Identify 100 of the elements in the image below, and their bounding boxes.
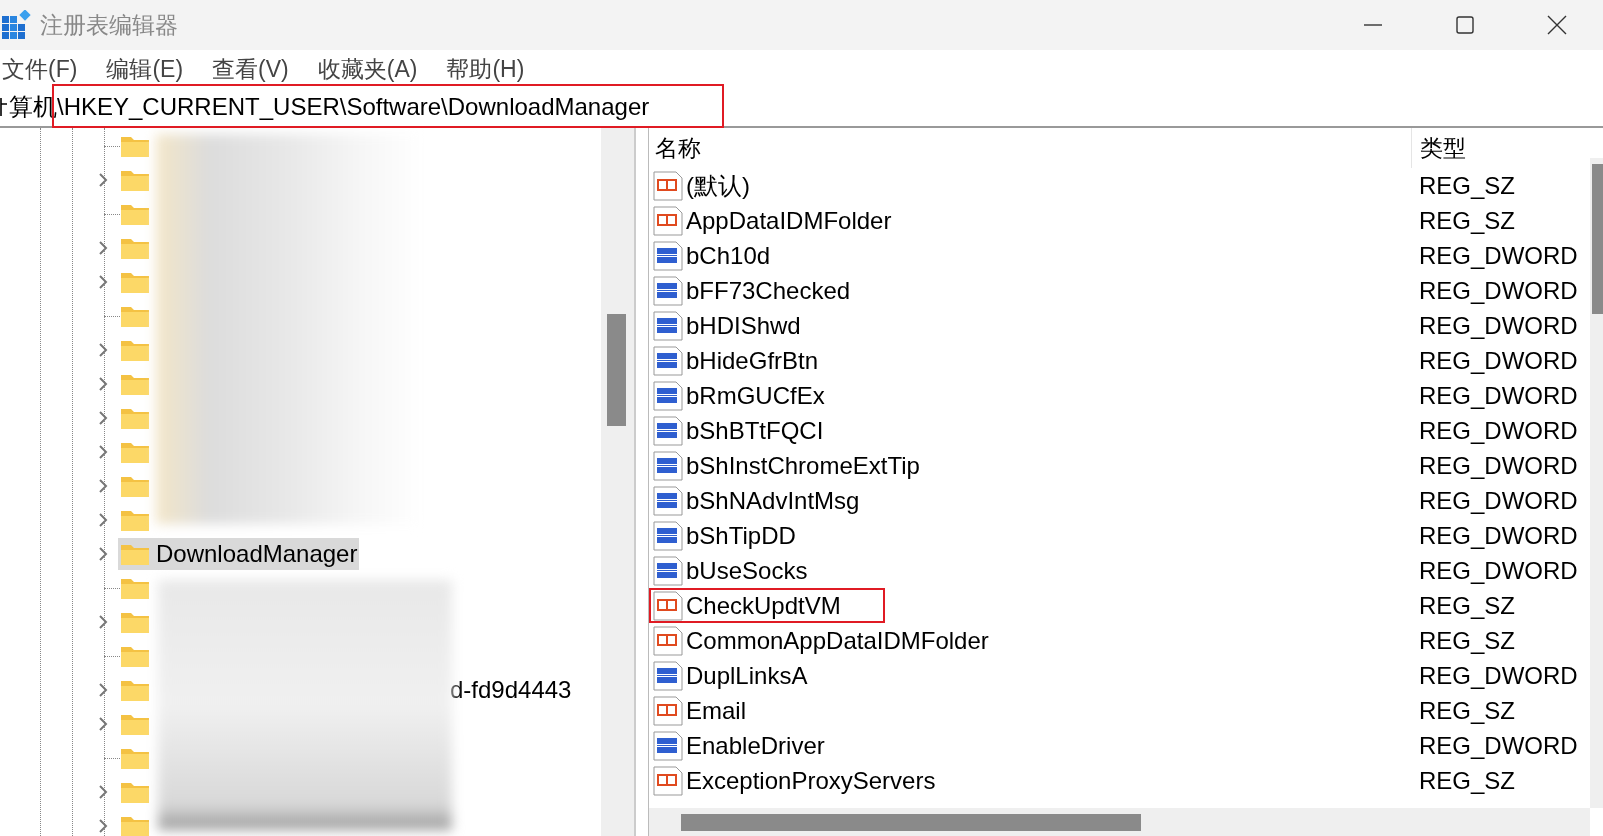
tree-item-label[interactable]: d-fd9d4443 bbox=[450, 676, 572, 704]
value-type: REG_DWORD bbox=[1418, 346, 1578, 375]
pane-splitter[interactable] bbox=[634, 128, 649, 836]
value-name[interactable]: AppDataIDMFolder bbox=[649, 203, 1409, 238]
chevron-icon[interactable] bbox=[98, 240, 108, 256]
chevron-icon[interactable] bbox=[98, 784, 108, 800]
binary-value-icon bbox=[653, 730, 683, 761]
string-value-icon bbox=[653, 695, 683, 726]
folder-icon bbox=[120, 304, 150, 328]
selected-tree-item[interactable]: DownloadManager bbox=[118, 538, 360, 570]
string-value-icon bbox=[653, 170, 683, 201]
chevron-icon[interactable] bbox=[98, 512, 108, 528]
value-name[interactable]: ExceptionProxyServers bbox=[649, 763, 1409, 798]
chevron-icon[interactable] bbox=[98, 716, 108, 732]
value-name[interactable]: bFF73Checked bbox=[649, 273, 1409, 308]
folder-icon bbox=[120, 134, 150, 158]
folder-icon bbox=[120, 780, 150, 804]
chevron-icon[interactable] bbox=[98, 376, 108, 392]
binary-value-icon bbox=[653, 555, 683, 586]
value-name[interactable]: bCh10d bbox=[649, 238, 1409, 273]
value-name[interactable]: bHideGfrBtn bbox=[649, 343, 1409, 378]
binary-value-icon bbox=[653, 275, 683, 306]
value-name[interactable]: bShNAdvIntMsg bbox=[649, 483, 1409, 518]
value-name[interactable]: bShBTtFQCI bbox=[649, 413, 1409, 448]
folder-icon bbox=[120, 372, 150, 396]
value-type: REG_SZ bbox=[1418, 626, 1516, 655]
value-type: REG_DWORD bbox=[1418, 276, 1578, 305]
column-header[interactable]: 类型 bbox=[1411, 128, 1466, 168]
menu-item[interactable]: 收藏夹(A) bbox=[315, 53, 431, 85]
horizontal-scrollbar[interactable] bbox=[649, 808, 1590, 836]
menu-item[interactable]: 查看(V) bbox=[210, 53, 302, 85]
chevron-icon[interactable] bbox=[98, 818, 108, 834]
menu-item[interactable]: 帮助(H) bbox=[444, 53, 538, 85]
binary-value-icon bbox=[653, 415, 683, 446]
string-value-icon bbox=[653, 765, 683, 796]
folder-icon bbox=[120, 576, 150, 600]
binary-value-icon bbox=[653, 240, 683, 271]
folder-icon bbox=[120, 202, 150, 226]
minimize-icon bbox=[1363, 24, 1383, 26]
menu-item[interactable]: 编辑(E) bbox=[104, 53, 197, 85]
value-name[interactable]: bShTipDD bbox=[649, 518, 1409, 553]
value-type: REG_DWORD bbox=[1418, 521, 1578, 550]
value-name[interactable]: bHDIShwd bbox=[649, 308, 1409, 343]
folder-icon bbox=[120, 814, 150, 836]
value-name[interactable]: bUseSocks bbox=[649, 553, 1409, 588]
value-type: REG_DWORD bbox=[1418, 661, 1578, 690]
registry-icon bbox=[2, 10, 32, 40]
value-name[interactable]: (默认) bbox=[649, 168, 1409, 203]
chevron-icon[interactable] bbox=[98, 274, 108, 290]
close-icon bbox=[1547, 15, 1567, 35]
menu-item[interactable]: 文件(F) bbox=[0, 53, 91, 85]
vertical-scrollbar[interactable] bbox=[1590, 158, 1603, 808]
column-header[interactable]: 名称 bbox=[649, 132, 1411, 164]
binary-value-icon bbox=[653, 345, 683, 376]
binary-value-icon bbox=[653, 520, 683, 551]
value-name[interactable]: bRmGUCfEx bbox=[649, 378, 1409, 413]
vertical-scrollbar[interactable] bbox=[601, 128, 634, 836]
folder-icon bbox=[120, 644, 150, 668]
binary-value-icon bbox=[653, 660, 683, 691]
folder-icon bbox=[120, 712, 150, 736]
chevron-icon[interactable] bbox=[98, 614, 108, 630]
folder-icon bbox=[120, 338, 150, 362]
value-type: REG_DWORD bbox=[1418, 451, 1578, 480]
binary-value-icon bbox=[653, 310, 683, 341]
chevron-icon[interactable] bbox=[98, 342, 108, 358]
string-value-icon bbox=[653, 625, 683, 656]
binary-value-icon bbox=[653, 485, 683, 516]
string-value-icon bbox=[653, 590, 683, 621]
chevron-icon[interactable] bbox=[98, 444, 108, 460]
value-type: REG_SZ bbox=[1418, 171, 1516, 200]
value-type: REG_DWORD bbox=[1418, 731, 1578, 760]
folder-icon bbox=[120, 168, 150, 192]
binary-value-icon bbox=[653, 380, 683, 411]
value-name[interactable]: CommonAppDataIDMFolder bbox=[649, 623, 1409, 658]
chevron-icon[interactable] bbox=[98, 546, 108, 562]
chevron-icon[interactable] bbox=[98, 478, 108, 494]
value-type: REG_DWORD bbox=[1418, 486, 1578, 515]
folder-icon bbox=[120, 474, 150, 498]
folder-icon bbox=[120, 236, 150, 260]
binary-value-icon bbox=[653, 450, 683, 481]
value-name[interactable]: EnableDriver bbox=[649, 728, 1409, 763]
chevron-icon[interactable] bbox=[98, 410, 108, 426]
maximize-icon bbox=[1455, 15, 1475, 35]
value-name[interactable]: Email bbox=[649, 693, 1409, 728]
folder-icon bbox=[120, 440, 150, 464]
value-name[interactable]: bShInstChromeExtTip bbox=[649, 448, 1409, 483]
folder-icon bbox=[120, 406, 150, 430]
chevron-icon[interactable] bbox=[98, 172, 108, 188]
value-type: REG_DWORD bbox=[1418, 241, 1578, 270]
value-name[interactable]: DuplLinksA bbox=[649, 658, 1409, 693]
value-type: REG_DWORD bbox=[1418, 556, 1578, 585]
highlighted-value-name[interactable]: CheckUpdtVM bbox=[649, 588, 1409, 623]
folder-icon bbox=[120, 270, 150, 294]
value-type: REG_SZ bbox=[1418, 206, 1516, 235]
value-type: REG_SZ bbox=[1418, 696, 1516, 725]
window-title: 注册表编辑器 bbox=[40, 10, 178, 40]
folder-icon bbox=[120, 678, 150, 702]
chevron-icon[interactable] bbox=[98, 682, 108, 698]
folder-icon bbox=[120, 542, 150, 566]
folder-icon bbox=[120, 508, 150, 532]
